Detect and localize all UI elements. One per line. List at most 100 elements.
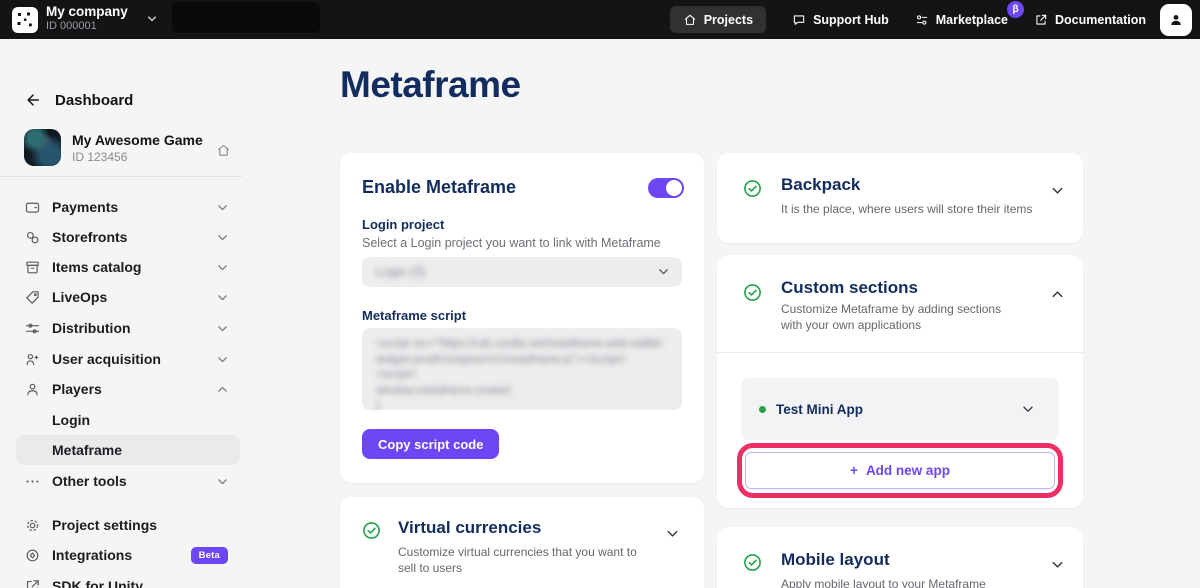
chevron-down-icon [216, 353, 229, 366]
nav-documentation-label: Documentation [1055, 13, 1146, 27]
back-label: Dashboard [55, 92, 133, 109]
login-project-hint: Select a Login project you want to link … [362, 236, 661, 250]
company-switcher[interactable]: My company ID 000001 [46, 4, 128, 33]
project-id: ID 123456 [72, 150, 127, 164]
toggle-knob [666, 180, 682, 196]
sidebar-item-storefronts[interactable]: Storefronts [0, 222, 256, 252]
archive-box-icon [24, 259, 41, 276]
sidebar-item-other-tools[interactable]: Other tools [0, 466, 256, 496]
card-title: Enable Metaframe [362, 177, 516, 198]
sidebar-item-items-catalog[interactable]: Items catalog [0, 252, 256, 282]
enable-metaframe-toggle[interactable] [648, 178, 684, 198]
sidebar-item-integrations[interactable]: Integrations Beta [0, 540, 256, 570]
check-circle-icon [743, 553, 762, 572]
metaframe-script-label: Metaframe script [362, 308, 466, 323]
chevron-down-icon [216, 201, 229, 214]
mobile-layout-card: Mobile layout Apply mobile layout to you… [717, 527, 1083, 588]
topbar: My company ID 000001 Projects Support Hu… [0, 0, 1200, 39]
topbar-nav: Projects Support Hub Marketplace β Docu [670, 0, 1146, 39]
project-name: My Awesome Game [72, 132, 203, 148]
home-icon [683, 13, 697, 27]
external-link-icon [1034, 13, 1048, 27]
sidebar-divider [0, 176, 242, 177]
beta-badge: β [1007, 1, 1024, 18]
card-title: Custom sections [781, 278, 918, 298]
chevron-down-icon[interactable] [146, 13, 158, 25]
chevron-down-icon [216, 291, 229, 304]
app-screen: My company ID 000001 Projects Support Hu… [0, 0, 1200, 588]
sidebar-item-metaframe[interactable]: Metaframe [16, 435, 240, 465]
check-circle-icon [362, 521, 381, 540]
user-account-button[interactable] [1160, 4, 1192, 36]
chevron-down-icon [657, 265, 670, 278]
sidebar-item-sdk-for-unity[interactable]: SDK for Unity [0, 571, 256, 588]
gear-icon [24, 517, 41, 534]
nav-documentation[interactable]: Documentation [1034, 13, 1146, 27]
custom-sections-card: Custom sections Customize Metaframe by a… [717, 255, 1083, 508]
card-description: Customize Metaframe by adding sections w… [781, 301, 1021, 333]
card-description: Customize virtual currencies that you wa… [398, 544, 648, 576]
nav-projects-label: Projects [704, 13, 753, 27]
chevron-down-icon[interactable] [1050, 557, 1065, 572]
sliders-icon [24, 320, 41, 337]
sidebar-item-login[interactable]: Login [16, 405, 240, 435]
chat-icon [792, 13, 806, 27]
enable-metaframe-card: Enable Metaframe Login project Select a … [340, 153, 704, 483]
person-icon [1168, 12, 1184, 28]
backpack-card: Backpack It is the place, where users wi… [717, 153, 1083, 243]
sidebar-item-user-acquisition[interactable]: User acquisition [0, 344, 256, 374]
card-divider [717, 352, 1083, 353]
chevron-up-icon[interactable] [1050, 287, 1065, 302]
card-description: It is the place, where users will store … [781, 201, 1051, 217]
chevron-down-icon[interactable] [1050, 183, 1065, 198]
card-title: Mobile layout [781, 550, 890, 570]
external-link-icon [24, 578, 41, 588]
mini-app-row[interactable]: Test Mini App [741, 378, 1059, 440]
sidebar-item-liveops[interactable]: LiveOps [0, 282, 256, 312]
nav-projects[interactable]: Projects [670, 6, 766, 33]
ellipsis-icon [24, 473, 41, 490]
sidebar: Dashboard My Awesome Game ID 123456 Paym… [0, 39, 256, 588]
back-to-dashboard[interactable]: Dashboard [24, 91, 133, 109]
sidebar-item-players[interactable]: Players [0, 374, 256, 404]
login-project-select[interactable]: Login (5) [362, 257, 682, 287]
check-circle-icon [743, 283, 762, 302]
marketplace-icon [915, 13, 929, 27]
login-project-label: Login project [362, 217, 444, 232]
sidebar-item-distribution[interactable]: Distribution [0, 313, 256, 343]
sidebar-item-project-settings[interactable]: Project settings [0, 510, 256, 540]
add-new-app-button[interactable]: + Add new app [745, 452, 1055, 489]
person-icon [24, 381, 41, 398]
chevron-down-icon[interactable] [665, 526, 680, 541]
tag-icon [24, 289, 41, 306]
company-logo-icon[interactable] [12, 7, 38, 33]
chevron-down-icon [216, 322, 229, 335]
nav-support-hub[interactable]: Support Hub [792, 13, 889, 27]
metaframe-script-textarea[interactable]: <script src="https://cdn.xsolla.net/meta… [362, 328, 682, 410]
company-name: My company [46, 4, 128, 20]
home-icon[interactable] [216, 143, 231, 158]
status-dot [759, 406, 766, 413]
user-plus-icon [24, 351, 41, 368]
company-id: ID 000001 [46, 20, 128, 33]
chevron-down-icon [216, 231, 229, 244]
mini-app-name: Test Mini App [776, 402, 863, 417]
card-description: Apply mobile layout to your Metaframe [781, 576, 1041, 588]
project-avatar[interactable] [24, 129, 61, 166]
add-new-app-label: Add new app [866, 463, 950, 478]
storefront-icon [24, 229, 41, 246]
beta-badge: Beta [191, 547, 228, 564]
virtual-currencies-card: Virtual currencies Customize virtual cur… [340, 497, 704, 588]
card-title: Backpack [781, 175, 860, 195]
chevron-down-icon [216, 261, 229, 274]
plus-icon: + [850, 463, 858, 478]
wallet-icon [24, 199, 41, 216]
chevron-down-icon[interactable] [1021, 402, 1035, 416]
copy-script-code-button[interactable]: Copy script code [362, 429, 499, 459]
nav-marketplace-label: Marketplace [936, 13, 1008, 27]
back-arrow-icon [24, 91, 42, 109]
nav-support-hub-label: Support Hub [813, 13, 889, 27]
sidebar-item-payments[interactable]: Payments [0, 192, 256, 222]
nav-marketplace[interactable]: Marketplace β [915, 13, 1008, 27]
login-project-value: Login (5) [376, 265, 425, 279]
